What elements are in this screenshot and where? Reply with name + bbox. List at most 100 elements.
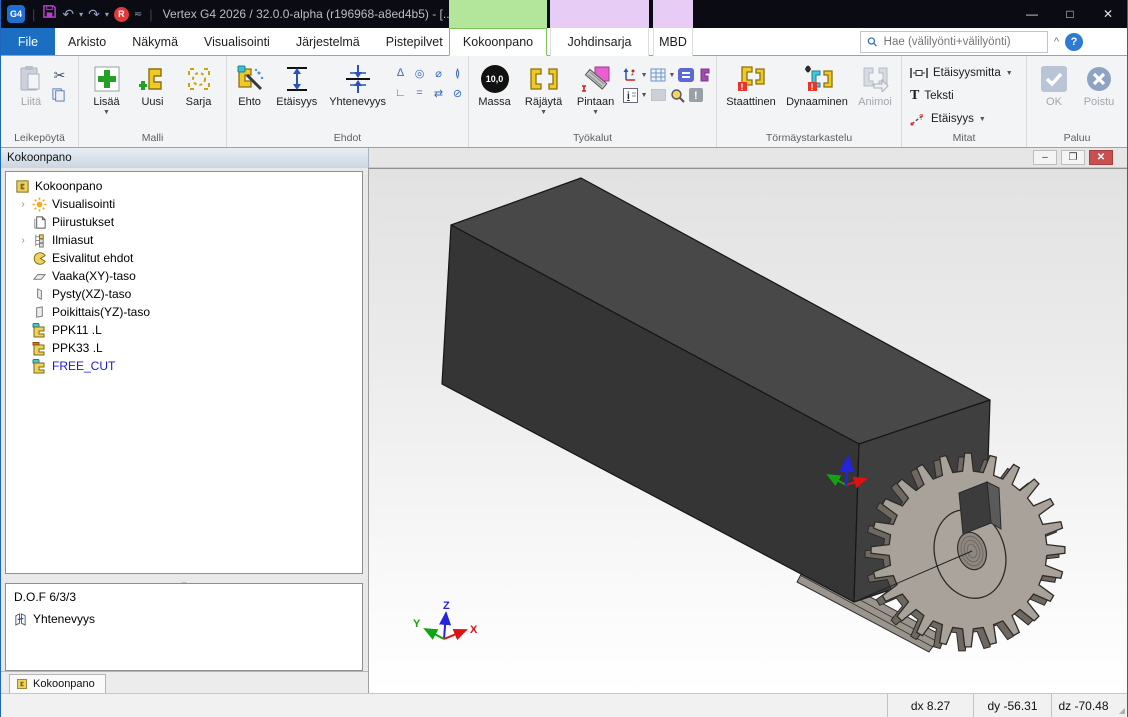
- tab-jarjestelma[interactable]: Järjestelmä: [283, 28, 373, 55]
- constraint-info-box: D.O.F 6/3/3 Yhtenevyys: [5, 583, 363, 671]
- undo-icon[interactable]: ↶: [62, 7, 74, 21]
- minimize-button[interactable]: —: [1013, 0, 1051, 28]
- dynamic-collision-button[interactable]: ! Dynaaminen: [782, 59, 852, 108]
- panel-tab-kokoonpano[interactable]: Kokoonpano: [9, 674, 106, 693]
- undo-dropdown-icon[interactable]: ▾: [79, 10, 83, 19]
- ok-button[interactable]: OK: [1032, 59, 1076, 108]
- group-label-collision: Törmäystarkastelu: [719, 131, 899, 147]
- tab-pistepilvet[interactable]: Pistepilvet: [373, 28, 456, 55]
- dropdown-icon[interactable]: ▼: [1006, 70, 1013, 77]
- resize-grip[interactable]: ◢: [1115, 694, 1127, 717]
- distance-tool-button[interactable]: ? Etäisyys ▼: [910, 109, 1013, 129]
- mass-button[interactable]: 10,0 Massa: [472, 59, 518, 108]
- doc-close-button[interactable]: ✕: [1089, 150, 1113, 165]
- to-surface-button[interactable]: Pintaan ▼: [570, 59, 622, 116]
- triad-z-label: Z: [443, 600, 450, 612]
- tree-item-xz-plane[interactable]: Pysty(XZ)-taso: [6, 285, 362, 303]
- add-dropdown-icon[interactable]: ▼: [103, 109, 110, 116]
- tree-item-xy-plane[interactable]: Vaaka(XY)-taso: [6, 267, 362, 285]
- expand-chevron-icon[interactable]: ›: [16, 199, 30, 210]
- help-icon[interactable]: ?: [1065, 33, 1083, 51]
- tab-kokoonpano-active[interactable]: Kokoonpano: [449, 28, 547, 56]
- tree-item-ilmiasut[interactable]: › Ilmiasut: [6, 231, 362, 249]
- dropdown-icon[interactable]: ▼: [979, 116, 986, 123]
- copy-icon[interactable]: [51, 87, 68, 107]
- tree-item-label: Poikittais(YZ)-taso: [48, 305, 150, 319]
- redo-icon[interactable]: ↷: [88, 7, 100, 21]
- ribbon: Liitä ✂ Leikepöytä Lisää ▼: [1, 56, 1127, 148]
- vertex-r-icon[interactable]: R: [114, 7, 129, 22]
- series-button[interactable]: Sarja: [176, 59, 222, 108]
- status-dx: dx 8.27: [887, 694, 973, 717]
- zoom-magnifier-icon[interactable]: [669, 87, 686, 103]
- distance-measure-button[interactable]: Etäisyysmitta ▼: [910, 63, 1013, 83]
- tree-item-free-cut[interactable]: FREE_CUT: [6, 357, 362, 375]
- coincidence-button[interactable]: Yhtenevyys: [323, 59, 392, 108]
- tab-nakyma[interactable]: Näkymä: [119, 28, 191, 55]
- add-button[interactable]: Lisää ▼: [84, 59, 130, 116]
- purple-feature-icon[interactable]: [696, 67, 713, 83]
- doc-minimize-button[interactable]: –: [1033, 150, 1057, 165]
- tree-item-piirustukset[interactable]: Piirustukset: [6, 213, 362, 231]
- perpendicular-icon[interactable]: ∟: [392, 85, 409, 101]
- divider: |: [30, 7, 37, 22]
- tree-item-visualisointi[interactable]: › Visualisointi: [6, 195, 362, 213]
- constraint-list-item[interactable]: Yhtenevyys: [14, 612, 354, 626]
- animate-button[interactable]: Animoi: [852, 59, 898, 108]
- maximize-button[interactable]: □: [1051, 0, 1089, 28]
- angle-icon[interactable]: ∆: [392, 65, 409, 81]
- customize-toolbar-icon[interactable]: ≂: [134, 9, 142, 20]
- to-surface-dropdown-icon[interactable]: ▼: [592, 109, 599, 116]
- close-button[interactable]: ✕: [1089, 0, 1127, 28]
- table-icon[interactable]: [650, 67, 667, 83]
- dropdown-icon[interactable]: ▼: [641, 92, 648, 99]
- dropdown-icon[interactable]: ▼: [641, 72, 648, 79]
- paste-button[interactable]: Liitä: [11, 59, 51, 108]
- search-input[interactable]: [884, 36, 1041, 48]
- viewport-3d[interactable]: Z X Y: [369, 168, 1127, 693]
- tab-file[interactable]: File: [1, 28, 55, 55]
- symmetry-icon[interactable]: ≬: [449, 65, 466, 81]
- search-icon: [867, 36, 878, 48]
- tree-item-esivalitut-ehdot[interactable]: Esivalitut ehdot: [6, 249, 362, 267]
- swap-icon[interactable]: ⇄: [430, 85, 447, 101]
- warning-icon[interactable]: !: [688, 87, 705, 103]
- condition-button[interactable]: Ehto: [229, 59, 270, 108]
- new-component-button[interactable]: Uusi: [130, 59, 176, 108]
- measure-axes-icon[interactable]: *: [622, 67, 639, 83]
- app-logo-icon[interactable]: G4: [7, 5, 25, 23]
- tab-johdinsarja[interactable]: Johdinsarja: [550, 28, 649, 56]
- xy-plane-icon: [30, 269, 48, 284]
- tree-item-ppk11[interactable]: PPK11 .L: [6, 321, 362, 339]
- collapse-ribbon-icon[interactable]: ^: [1054, 36, 1059, 48]
- explode-button[interactable]: Räjäytä ▼: [518, 59, 570, 116]
- info-icon[interactable]: i: [622, 87, 639, 103]
- equal-values-icon[interactable]: [677, 67, 694, 83]
- exit-button[interactable]: Poistu: [1076, 59, 1122, 108]
- tree-item-ppk33[interactable]: PPK33 .L: [6, 339, 362, 357]
- static-collision-button[interactable]: ! Staattinen: [720, 59, 782, 108]
- search-box[interactable]: [860, 31, 1048, 53]
- dropdown-icon[interactable]: ▼: [669, 72, 676, 79]
- text-button[interactable]: T Teksti: [910, 86, 1013, 106]
- explode-dropdown-icon[interactable]: ▼: [540, 109, 547, 116]
- preselected-constraints-icon: [30, 251, 48, 266]
- tree-item-assembly-root[interactable]: Kokoonpano: [6, 177, 362, 195]
- distance-constraint-button[interactable]: Etäisyys: [270, 59, 323, 108]
- paste-icon: [18, 62, 44, 96]
- concentric-icon[interactable]: ◎: [411, 65, 428, 81]
- midline-icon[interactable]: ⊘: [449, 85, 466, 101]
- cut-icon[interactable]: ✂: [51, 67, 68, 83]
- tab-visualisointi[interactable]: Visualisointi: [191, 28, 283, 55]
- doc-restore-button[interactable]: ❐: [1061, 150, 1085, 165]
- redo-dropdown-icon[interactable]: ▾: [105, 10, 109, 19]
- save-icon[interactable]: [42, 4, 57, 24]
- tangent-icon[interactable]: ⌀: [430, 65, 447, 81]
- tab-arkisto[interactable]: Arkisto: [55, 28, 119, 55]
- expand-chevron-icon[interactable]: ›: [16, 235, 30, 246]
- parallel-icon[interactable]: =: [411, 85, 428, 101]
- ribbon-group-model: Lisää ▼ Uusi Sarja Malli: [79, 56, 227, 147]
- tree-item-yz-plane[interactable]: Poikittais(YZ)-taso: [6, 303, 362, 321]
- ribbon-group-constraints: Ehto Etäisyys Yhtenevyys ∆ ◎ ⌀ ≬: [227, 56, 469, 147]
- tab-mbd[interactable]: MBD: [653, 28, 693, 56]
